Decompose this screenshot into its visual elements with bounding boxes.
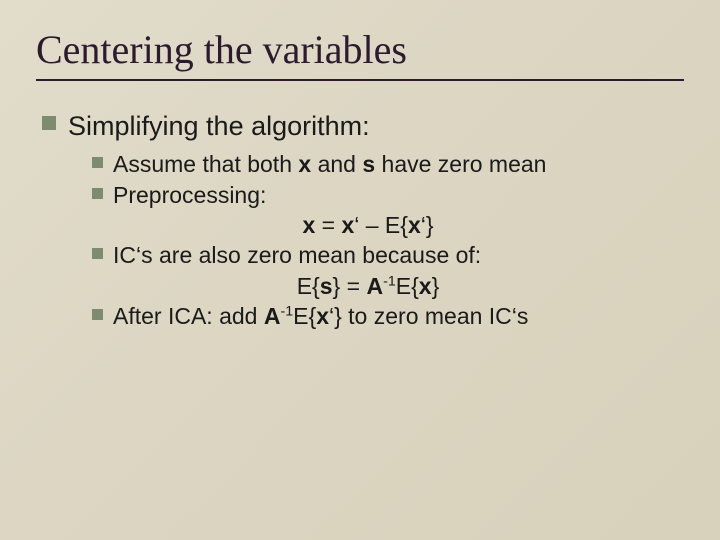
bullet-assume: Assume that both x and s have zero mean <box>92 150 684 179</box>
formula-expectation: E{s} = A-1E{x} <box>36 273 684 300</box>
lvl1-text: Simplifying the algorithm: <box>68 109 370 144</box>
bullet-ics-zero-mean: IC‘s are also zero mean because of: <box>92 241 684 270</box>
bullet-text: After ICA: add A-1E{x‘} to zero mean IC‘… <box>113 302 528 331</box>
bullet-text: IC‘s are also zero mean because of: <box>113 241 481 270</box>
square-bullet-icon <box>42 116 56 130</box>
title-rule <box>36 79 684 81</box>
bullet-preprocessing: Preprocessing: <box>92 181 684 210</box>
bullet-text: Assume that both x and s have zero mean <box>113 150 546 179</box>
slide: Centering the variables Simplifying the … <box>0 0 720 540</box>
bullet-text: Preprocessing: <box>113 181 266 210</box>
bullet-lvl1: Simplifying the algorithm: <box>42 109 684 144</box>
square-bullet-icon <box>92 248 103 259</box>
square-bullet-icon <box>92 188 103 199</box>
square-bullet-icon <box>92 309 103 320</box>
slide-title: Centering the variables <box>36 26 684 73</box>
formula-centering: x = x‘ – E{x‘} <box>36 212 684 239</box>
bullet-after-ica: After ICA: add A-1E{x‘} to zero mean IC‘… <box>92 302 684 331</box>
square-bullet-icon <box>92 157 103 168</box>
